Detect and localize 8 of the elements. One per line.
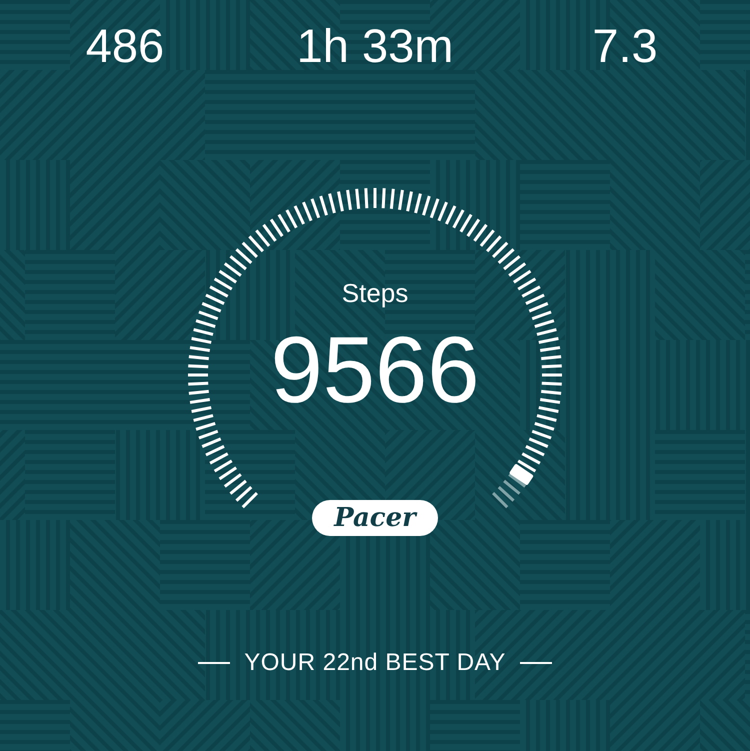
pacer-logo: Pacer bbox=[312, 500, 438, 536]
progress-marker bbox=[508, 463, 534, 486]
stat-value: 486 bbox=[86, 18, 164, 74]
stat-value: 1h 33m bbox=[296, 18, 454, 74]
best-day-text: YOUR 22nd BEST DAY bbox=[244, 649, 506, 677]
stat-value: 7.3 bbox=[592, 18, 658, 74]
gauge-label: Steps bbox=[340, 277, 410, 309]
step-count: 9566 bbox=[269, 317, 481, 423]
